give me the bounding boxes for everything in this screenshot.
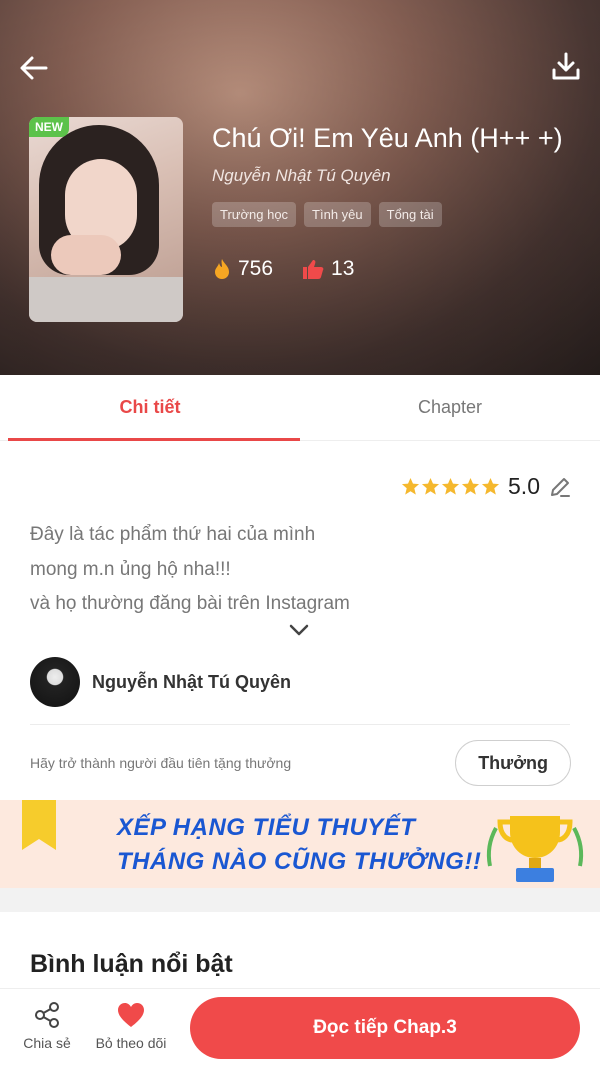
description-line: Đây là tác phẩm thứ hai của mình bbox=[30, 524, 316, 545]
trophy-icon bbox=[486, 816, 584, 882]
reward-prompt: Hãy trở thành người đầu tiên tặng thưởng bbox=[30, 755, 292, 771]
ribbon-icon bbox=[22, 800, 56, 850]
new-badge: NEW bbox=[29, 117, 69, 137]
book-title: Chú Ơi! Em Yêu Anh (H++ +) bbox=[212, 123, 563, 153]
star-rating bbox=[401, 477, 500, 496]
banner-line: XẾP HẠNG TIỂU THUYẾT bbox=[117, 814, 416, 841]
book-info: Chú Ơi! Em Yêu Anh (H++ +) Nguyễn Nhật T… bbox=[212, 120, 582, 281]
book-stats: 756 13 bbox=[212, 257, 582, 281]
tab-detail[interactable]: Chi tiết bbox=[0, 375, 300, 441]
pencil-icon[interactable] bbox=[548, 475, 572, 499]
reward-row: Hãy trở thành người đầu tiên tặng thưởng… bbox=[30, 740, 571, 786]
book-cover[interactable] bbox=[29, 117, 183, 322]
rating-value: 5.0 bbox=[508, 473, 540, 499]
back-button[interactable] bbox=[14, 48, 54, 88]
book-description: Đây là tác phẩm thứ hai của mình mong m.… bbox=[30, 518, 550, 622]
star-icon bbox=[461, 477, 480, 495]
avatar bbox=[30, 657, 80, 707]
description-line: và họ thường đăng bài trên Instagram bbox=[30, 593, 350, 614]
star-icon bbox=[401, 477, 420, 495]
download-icon bbox=[552, 52, 580, 80]
share-button[interactable]: Chia sẻ bbox=[22, 1001, 72, 1051]
star-icon bbox=[421, 477, 440, 495]
bottom-bar: Chia sẻ Bỏ theo dõi Đọc tiếp Chap.3 bbox=[0, 988, 600, 1067]
tag-list: Trường học Tình yêu Tổng tài bbox=[212, 202, 582, 227]
tag-item[interactable]: Trường học bbox=[212, 202, 297, 227]
likes-stat: 13 bbox=[301, 257, 354, 281]
ranking-banner[interactable]: XẾP HẠNG TIỂU THUYẾT THÁNG NÀO CŨNG THƯỞ… bbox=[0, 800, 600, 888]
unfollow-label: Bỏ theo dõi bbox=[95, 1035, 167, 1051]
continue-reading-button[interactable]: Đọc tiếp Chap.3 bbox=[190, 997, 580, 1059]
unfollow-button[interactable]: Bỏ theo dõi bbox=[92, 1001, 170, 1051]
thumbs-up-icon bbox=[303, 260, 324, 279]
fire-icon bbox=[215, 259, 229, 279]
views-count: 756 bbox=[238, 257, 274, 280]
views-stat: 756 bbox=[212, 257, 273, 281]
tag-item[interactable]: Tổng tài bbox=[378, 202, 442, 227]
description-line: mong m.n ủng hộ nha!!! bbox=[30, 558, 231, 580]
likes-count: 13 bbox=[331, 257, 355, 280]
comments-title: Bình luận nổi bật bbox=[30, 950, 233, 978]
tab-bar: Chi tiết Chapter bbox=[0, 375, 600, 441]
author-row[interactable]: Nguyễn Nhật Tú Quyên bbox=[30, 657, 291, 707]
section-divider bbox=[0, 888, 600, 912]
reward-button[interactable]: Thưởng bbox=[455, 740, 571, 786]
arrow-left-icon bbox=[20, 56, 48, 80]
share-label: Chia sẻ bbox=[23, 1035, 71, 1051]
share-icon bbox=[35, 1002, 59, 1028]
chevron-down-icon[interactable] bbox=[286, 620, 312, 640]
divider bbox=[30, 724, 570, 725]
star-icon bbox=[441, 477, 460, 495]
tag-item[interactable]: Tình yêu bbox=[304, 202, 371, 227]
rating: 5.0 bbox=[401, 473, 572, 500]
banner-line: THÁNG NÀO CŨNG THƯỞNG!! bbox=[117, 848, 482, 875]
author-name: Nguyễn Nhật Tú Quyên bbox=[92, 671, 292, 692]
heart-icon bbox=[118, 1003, 144, 1027]
download-button[interactable] bbox=[546, 46, 586, 86]
book-author[interactable]: Nguyễn Nhật Tú Quyên bbox=[212, 166, 582, 186]
star-icon bbox=[481, 477, 500, 495]
tab-chapter[interactable]: Chapter bbox=[300, 375, 600, 440]
